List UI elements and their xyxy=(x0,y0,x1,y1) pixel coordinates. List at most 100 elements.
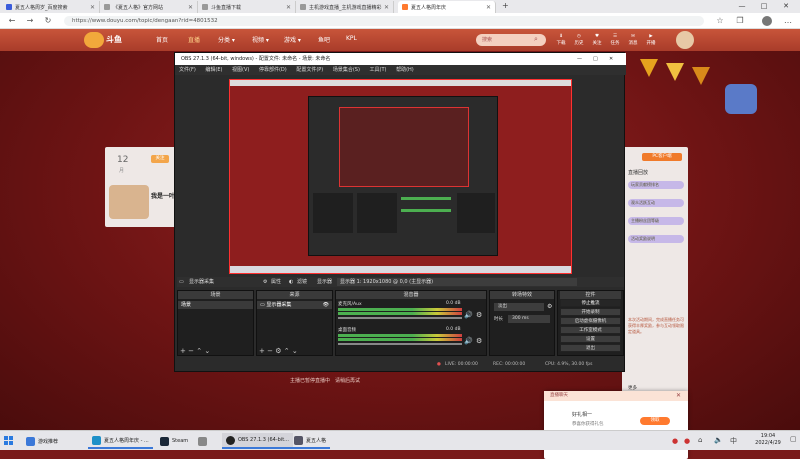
reload-icon[interactable]: ↻ xyxy=(40,13,56,29)
transition-select[interactable]: 淡出 xyxy=(494,303,544,311)
nav-live[interactable]: 直播 xyxy=(188,35,200,44)
close-icon[interactable]: ✕ xyxy=(384,4,389,11)
move-up-icon[interactable]: ⌃ xyxy=(284,347,290,355)
browser-tab-2[interactable]: 《夏五人格》官方网站 ✕ xyxy=(100,1,198,13)
message-icon[interactable]: ✉ 消息 xyxy=(626,33,640,49)
remove-icon[interactable]: − xyxy=(188,347,194,355)
task-icon[interactable]: ☰ 任务 xyxy=(608,33,622,49)
menu-profile[interactable]: 配置文件(P) xyxy=(296,67,323,73)
nav-kpl[interactable]: KPL xyxy=(346,35,357,42)
activity-line[interactable]: 活动奖励说明 xyxy=(628,235,684,243)
download-icon[interactable]: ⬇ 下载 xyxy=(554,33,568,49)
activity-line[interactable]: 主播粉丝团等级 xyxy=(628,217,684,225)
gear-icon[interactable]: ⚙ xyxy=(476,337,482,345)
browser-tab-4[interactable]: 主机游戏直播_主机游戏直播精彩 ✕ xyxy=(296,1,394,13)
studio-mode-button[interactable]: 工作室模式 xyxy=(560,326,621,334)
gear-icon[interactable]: ⚙ xyxy=(263,277,267,287)
anchor-avatar[interactable] xyxy=(109,185,149,219)
obs-preview[interactable] xyxy=(229,79,572,274)
browser-tab-3[interactable]: 斗鱼直播下载 ✕ xyxy=(198,1,296,13)
menu-scene-collection[interactable]: 场景集合(S) xyxy=(333,67,360,73)
settings-button[interactable]: 设置 xyxy=(560,335,621,343)
display-select[interactable]: 显示器 1: 1920x1080 @ 0,0 (主显示器) xyxy=(337,278,577,286)
pc-client-button[interactable]: PC客户端 xyxy=(642,153,682,161)
gear-icon[interactable]: ⚙ xyxy=(476,311,482,319)
favorites-icon[interactable]: ☆ xyxy=(712,13,728,29)
collections-icon[interactable]: ❐ xyxy=(732,13,748,29)
follow-badge[interactable]: 关注 xyxy=(151,155,169,163)
gear-icon[interactable]: ⚙ xyxy=(275,347,281,355)
speaker-icon[interactable]: 🔊 xyxy=(464,337,473,345)
close-window-button[interactable]: ✕ xyxy=(609,53,613,65)
nav-category[interactable]: 分类 ▾ xyxy=(218,35,235,44)
history-icon[interactable]: ◷ 历史 xyxy=(572,33,586,49)
close-icon[interactable]: ✕ xyxy=(486,4,491,11)
taskbar-item[interactable]: Steam xyxy=(156,433,192,449)
user-avatar[interactable] xyxy=(676,31,694,49)
remove-icon[interactable]: − xyxy=(267,347,273,355)
menu-help[interactable]: 帮助(H) xyxy=(396,67,414,73)
nav-yuba[interactable]: 鱼吧 xyxy=(318,35,330,44)
site-logo[interactable]: 斗鱼 xyxy=(106,34,122,45)
start-virtual-camera-button[interactable]: 启动虚拟摄像机 xyxy=(560,317,621,325)
filters-button[interactable]: 滤镜 xyxy=(297,277,307,287)
volume-slider[interactable] xyxy=(338,343,462,345)
exit-button[interactable]: 退出 xyxy=(560,344,621,352)
move-down-icon[interactable]: ⌄ xyxy=(292,347,298,355)
nav-home[interactable]: 首页 xyxy=(156,35,168,44)
activity-line[interactable]: 观众活跃互动 xyxy=(628,199,684,207)
browser-tab-1[interactable]: 夏五人格周岁_百度搜索 ✕ xyxy=(2,1,100,13)
properties-button[interactable]: 属性 xyxy=(271,277,281,287)
menu-edit[interactable]: 编辑(E) xyxy=(205,67,222,73)
search-icon[interactable]: ⌕ xyxy=(534,35,538,44)
menu-tools[interactable]: 工具(T) xyxy=(370,67,387,73)
notification-icon[interactable]: ▢ xyxy=(790,435,797,443)
menu-view[interactable]: 视图(V) xyxy=(232,67,249,73)
follow-icon[interactable]: ♥ 关注 xyxy=(590,33,604,49)
broadcast-icon[interactable]: ▶ 开播 xyxy=(644,33,658,49)
new-tab-button[interactable]: + xyxy=(502,1,509,10)
close-icon[interactable]: ✕ xyxy=(90,4,95,11)
menu-icon[interactable]: … xyxy=(780,13,796,29)
taskbar-item[interactable]: 夏五人格 xyxy=(290,433,331,449)
close-icon[interactable]: ✕ xyxy=(286,4,291,11)
taskbar-item[interactable] xyxy=(194,433,214,449)
add-icon[interactable]: + xyxy=(259,347,265,355)
move-up-icon[interactable]: ⌃ xyxy=(196,347,202,355)
tray-app-icon[interactable]: ● xyxy=(684,437,690,445)
claim-button[interactable]: 领取 xyxy=(640,417,670,425)
speaker-icon[interactable]: 🔊 xyxy=(464,311,473,319)
nav-video[interactable]: 视频 ▾ xyxy=(252,35,269,44)
activity-line[interactable]: 玩家贡献榜排名 xyxy=(628,181,684,189)
gear-icon[interactable]: ⚙ xyxy=(547,303,552,310)
close-window-button[interactable]: ✕ xyxy=(776,0,796,13)
network-icon[interactable]: ⌂ xyxy=(698,436,702,444)
clock[interactable]: 19:04 2022/4/29 xyxy=(750,433,786,447)
close-icon[interactable]: ✕ xyxy=(188,4,193,11)
close-icon[interactable]: ✕ xyxy=(676,391,681,401)
source-item[interactable]: ▭ 显示器采集 👁 xyxy=(257,301,332,309)
start-recording-button[interactable]: 开始录制 xyxy=(560,308,621,316)
maximize-button[interactable]: □ xyxy=(593,53,598,65)
menu-docks[interactable]: 停靠部件(D) xyxy=(259,67,287,73)
minimize-button[interactable]: — xyxy=(577,53,582,65)
duration-input[interactable]: 300 ms xyxy=(508,315,550,323)
back-icon[interactable]: ← xyxy=(4,13,20,29)
menu-file[interactable]: 文件(F) xyxy=(179,67,196,73)
forward-icon[interactable]: → xyxy=(22,13,38,29)
nav-games[interactable]: 游戏 ▾ xyxy=(284,35,301,44)
browser-tab-5-active[interactable]: 夏五人格周年庆 ✕ xyxy=(398,1,496,13)
anchor-name[interactable]: 我是一叶 xyxy=(151,191,175,200)
taskbar-item[interactable]: 游戏推荐 xyxy=(22,433,62,449)
taskbar-item[interactable]: OBS 27.1.3 (64-bit... xyxy=(222,433,293,449)
minimize-button[interactable]: — xyxy=(732,0,752,13)
avatar[interactable] xyxy=(762,16,772,26)
volume-slider[interactable] xyxy=(338,317,462,319)
filter-icon[interactable]: ◐ xyxy=(289,277,293,287)
move-down-icon[interactable]: ⌄ xyxy=(204,347,210,355)
ime-icon[interactable]: 中 xyxy=(730,436,737,446)
scene-item[interactable]: 场景 xyxy=(178,301,253,309)
volume-icon[interactable]: 🔈 xyxy=(714,436,723,444)
add-icon[interactable]: + xyxy=(180,347,186,355)
visibility-icon[interactable]: 👁 xyxy=(323,301,329,309)
